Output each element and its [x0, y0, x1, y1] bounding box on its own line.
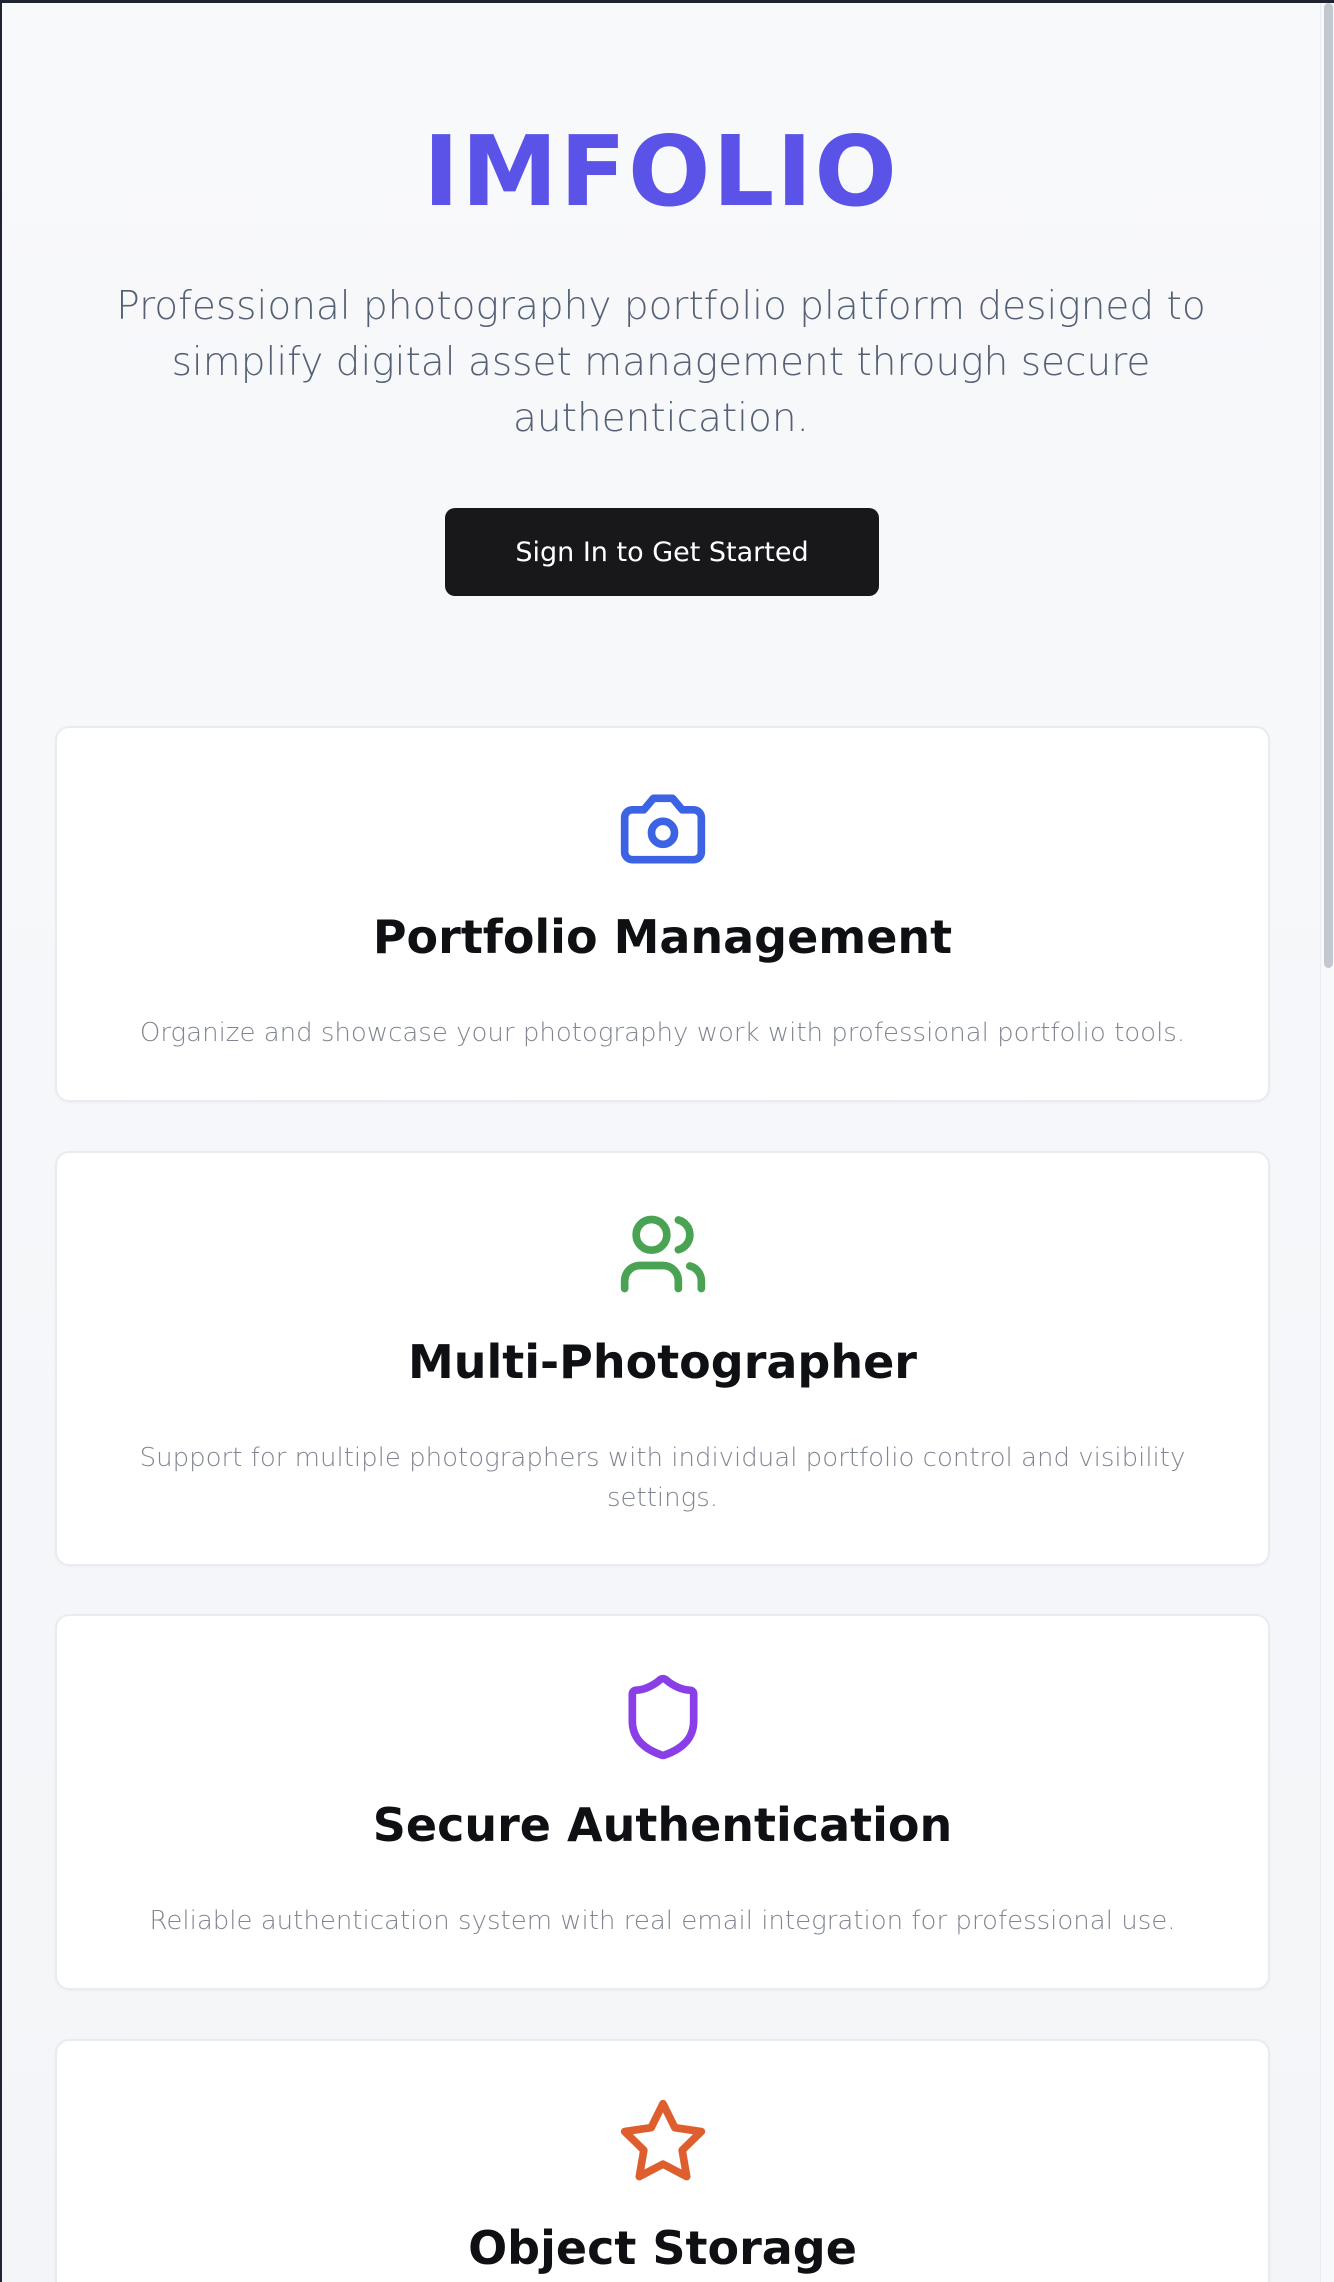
- sign-in-button[interactable]: Sign In to Get Started: [445, 508, 879, 596]
- feature-description: Reliable authentication system with real…: [149, 1906, 1176, 1936]
- hero-section: IMFOLIO Professional photography portfol…: [2, 3, 1320, 603]
- hero-tagline: Professional photography portfolio platf…: [116, 284, 1206, 441]
- scrollbar-thumb[interactable]: [1324, 3, 1333, 968]
- feature-card-object-storage: Object Storage: [55, 2039, 1270, 2282]
- feature-title: Object Storage: [468, 2221, 857, 2275]
- feature-title: Portfolio Management: [372, 910, 953, 964]
- star-icon: [620, 2099, 705, 2181]
- shield-icon: [628, 1674, 697, 1760]
- camera-icon: [620, 794, 705, 864]
- feature-description: Support for multiple photographers with …: [139, 1443, 1186, 1513]
- feature-title: Multi-Photographer: [407, 1335, 917, 1389]
- app-window: IMFOLIO Professional photography portfol…: [2, 3, 1320, 2282]
- users-icon: [620, 1215, 705, 1293]
- brand-title: IMFOLIO: [423, 115, 899, 228]
- vertical-scrollbar[interactable]: [1320, 3, 1334, 2282]
- feature-card-secure-authentication: Secure Authentication Reliable authentic…: [55, 1614, 1270, 1990]
- feature-card-multi-photographer: Multi-Photographer Support for multiple …: [55, 1151, 1270, 1566]
- feature-title: Secure Authentication: [372, 1798, 953, 1852]
- feature-description: Organize and showcase your photography w…: [139, 1018, 1186, 1048]
- feature-card-portfolio-management: Portfolio Management Organize and showca…: [55, 726, 1270, 1102]
